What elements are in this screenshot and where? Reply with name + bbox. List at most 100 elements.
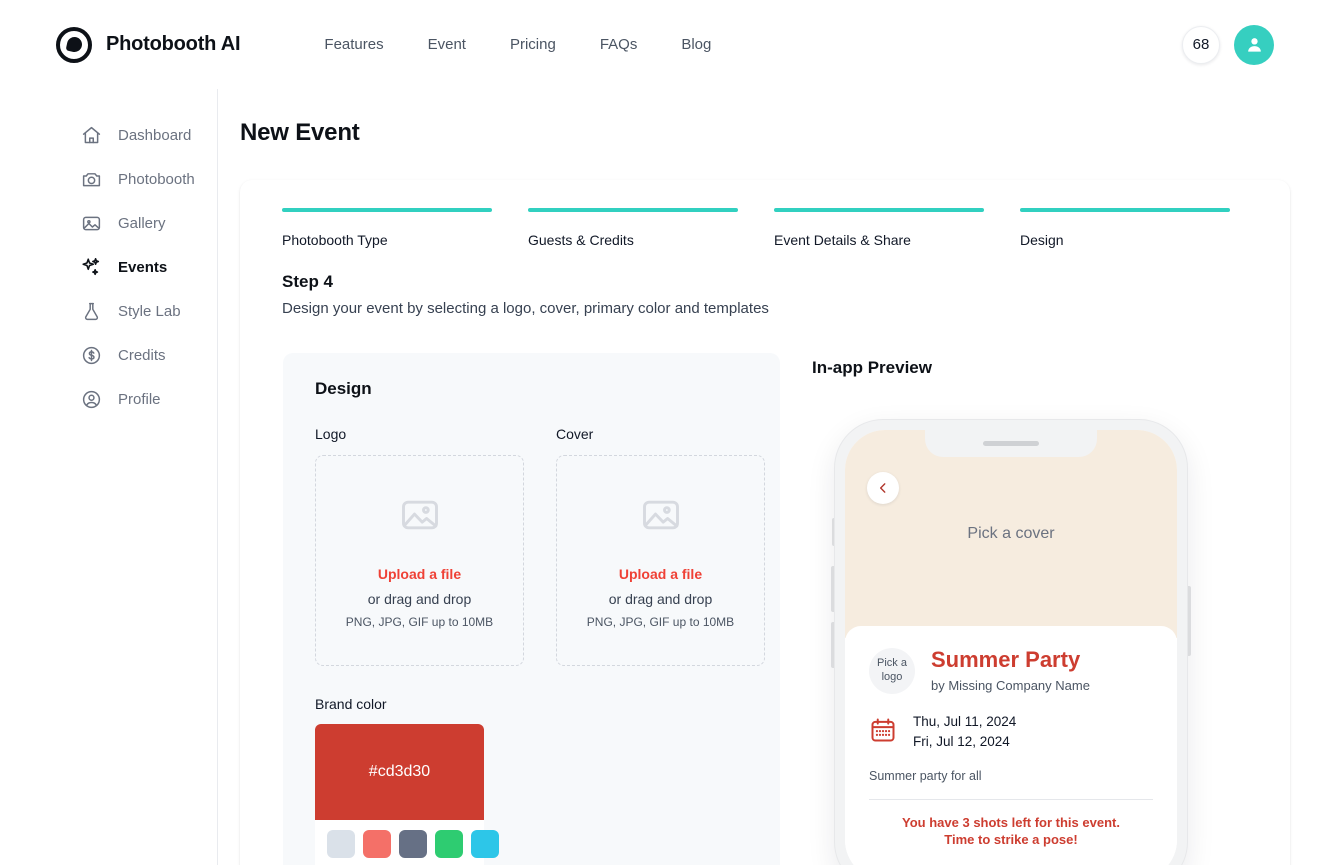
sidebar-item-label: Photobooth xyxy=(118,170,195,188)
step-guests-credits[interactable]: Guests & Credits xyxy=(528,208,738,248)
logo-upload-link[interactable]: Upload a file xyxy=(378,566,461,582)
color-chip[interactable] xyxy=(399,830,427,858)
calendar-icon xyxy=(869,716,897,749)
cover-drag-text: or drag and drop xyxy=(608,590,713,607)
step-description: Design your event by selecting a logo, c… xyxy=(282,300,769,317)
page-title: New Event xyxy=(240,119,360,146)
step-progress-bar xyxy=(282,208,492,212)
sidebar-item-label: Gallery xyxy=(118,214,166,232)
nav-actions: 68 xyxy=(1182,24,1274,65)
sidebar: Dashboard Photobooth Gallery Events Styl… xyxy=(0,89,218,865)
brand-logo-group[interactable]: Photobooth AI xyxy=(56,26,241,63)
step-label: Photobooth Type xyxy=(282,232,388,248)
avatar[interactable] xyxy=(1234,24,1274,65)
event-date-end: Fri, Jul 12, 2024 xyxy=(913,734,1010,750)
event-company: by Missing Company Name xyxy=(931,678,1090,694)
camera-eye-icon xyxy=(56,26,92,63)
camera-icon xyxy=(80,168,102,190)
cover-upload-link[interactable]: Upload a file xyxy=(619,566,702,582)
user-circle-icon xyxy=(80,388,102,410)
chevron-left-icon xyxy=(879,483,886,493)
step-photobooth-type[interactable]: Photobooth Type xyxy=(282,208,492,248)
step-event-details-share[interactable]: Event Details & Share xyxy=(774,208,984,248)
event-title-group: Summer Party by Missing Company Name xyxy=(931,647,1090,694)
top-navigation-bar: Photobooth AI Features Event Pricing FAQ… xyxy=(0,0,1330,89)
stepper: Photobooth Type Guests & Credits Event D… xyxy=(282,208,1230,248)
shots-line-1: You have 3 shots left for this event. xyxy=(902,814,1120,830)
sidebar-item-style-lab[interactable]: Style Lab xyxy=(0,289,217,333)
image-icon xyxy=(80,212,102,234)
back-button[interactable] xyxy=(867,472,899,504)
color-chip[interactable] xyxy=(435,830,463,858)
sparkles-icon xyxy=(80,256,102,278)
sidebar-item-gallery[interactable]: Gallery xyxy=(0,201,217,245)
color-chip[interactable] xyxy=(471,830,499,858)
phone-notch xyxy=(925,430,1097,457)
home-icon xyxy=(80,124,102,146)
sidebar-item-credits[interactable]: Credits xyxy=(0,333,217,377)
brand-name: Photobooth AI xyxy=(106,33,241,55)
menu-item-pricing[interactable]: Pricing xyxy=(488,30,578,59)
preview-title: In-app Preview xyxy=(812,358,932,377)
shots-remaining-note: You have 3 shots left for this event. Ti… xyxy=(869,814,1153,849)
color-chip[interactable] xyxy=(363,830,391,858)
sidebar-item-label: Dashboard xyxy=(118,126,192,144)
sidebar-item-events[interactable]: Events xyxy=(0,245,217,289)
logo-drag-text: or drag and drop xyxy=(367,590,472,607)
design-panel-title: Design xyxy=(315,379,372,398)
cover-upload-group: Cover Upload a file or drag and drop PNG… xyxy=(556,426,765,666)
step-label: Guests & Credits xyxy=(528,232,634,248)
menu-item-features[interactable]: Features xyxy=(302,30,405,59)
step-progress-bar xyxy=(1020,208,1230,212)
sidebar-item-label: Profile xyxy=(118,390,161,408)
brand-color-label: Brand color xyxy=(315,696,387,712)
sidebar-item-label: Style Lab xyxy=(118,302,181,320)
image-placeholder-icon xyxy=(398,493,442,542)
sidebar-item-label: Credits xyxy=(118,346,166,364)
cover-file-types: PNG, JPG, GIF up to 10MB xyxy=(586,614,735,629)
design-panel: Design Logo Upload a file or drag and dr… xyxy=(283,353,780,865)
phone-preview: Pick a cover Pick a logo Summer Party by… xyxy=(831,420,1195,865)
sidebar-item-dashboard[interactable]: Dashboard xyxy=(0,113,217,157)
menu-item-event[interactable]: Event xyxy=(406,30,488,59)
cover-dropzone[interactable]: Upload a file or drag and drop PNG, JPG,… xyxy=(556,455,765,666)
menu-item-faqs[interactable]: FAQs xyxy=(578,30,660,59)
cover-placeholder-area[interactable]: Pick a cover xyxy=(845,430,1177,638)
color-chip[interactable] xyxy=(327,830,355,858)
cover-label: Cover xyxy=(556,426,594,442)
image-placeholder-icon xyxy=(639,493,683,542)
brand-color-swatch[interactable]: #cd3d30 xyxy=(315,724,484,820)
event-preview-card: Pick a logo Summer Party by Missing Comp… xyxy=(845,626,1177,865)
phone-speaker xyxy=(983,441,1039,446)
sidebar-item-label: Events xyxy=(118,258,168,276)
logo-label: Logo xyxy=(315,426,347,442)
phone-screen: Pick a cover Pick a logo Summer Party by… xyxy=(845,430,1177,865)
phone-frame: Pick a cover Pick a logo Summer Party by… xyxy=(835,420,1187,865)
event-date-row: Thu, Jul 11, 2024 Fri, Jul 12, 2024 xyxy=(869,712,1153,753)
menu-item-blog[interactable]: Blog xyxy=(659,30,733,59)
sidebar-item-photobooth[interactable]: Photobooth xyxy=(0,157,217,201)
flask-icon xyxy=(80,300,102,322)
new-event-card: Photobooth Type Guests & Credits Event D… xyxy=(240,180,1290,865)
logo-upload-group: Logo Upload a file or drag and drop PNG,… xyxy=(315,426,524,666)
step-progress-bar xyxy=(528,208,738,212)
step-progress-bar xyxy=(774,208,984,212)
step-label: Design xyxy=(1020,232,1064,248)
cover-placeholder-text: Pick a cover xyxy=(967,525,1055,542)
step-heading: Step 4 xyxy=(282,272,334,291)
main-menu: Features Event Pricing FAQs Blog xyxy=(302,30,733,59)
shots-line-2: Time to strike a pose! xyxy=(944,832,1078,848)
step-design[interactable]: Design xyxy=(1020,208,1230,248)
logo-file-types: PNG, JPG, GIF up to 10MB xyxy=(345,614,494,629)
credits-badge[interactable]: 68 xyxy=(1182,25,1220,64)
dollar-circle-icon xyxy=(80,344,102,366)
event-description: Summer party for all xyxy=(869,768,982,783)
upload-row: Logo Upload a file or drag and drop PNG,… xyxy=(315,426,765,666)
event-name: Summer Party xyxy=(931,647,1081,672)
logo-placeholder[interactable]: Pick a logo xyxy=(869,648,915,694)
sidebar-item-profile[interactable]: Profile xyxy=(0,377,217,421)
user-icon xyxy=(1247,38,1261,52)
step-label: Event Details & Share xyxy=(774,232,911,248)
color-palette xyxy=(315,820,499,865)
logo-dropzone[interactable]: Upload a file or drag and drop PNG, JPG,… xyxy=(315,455,524,666)
